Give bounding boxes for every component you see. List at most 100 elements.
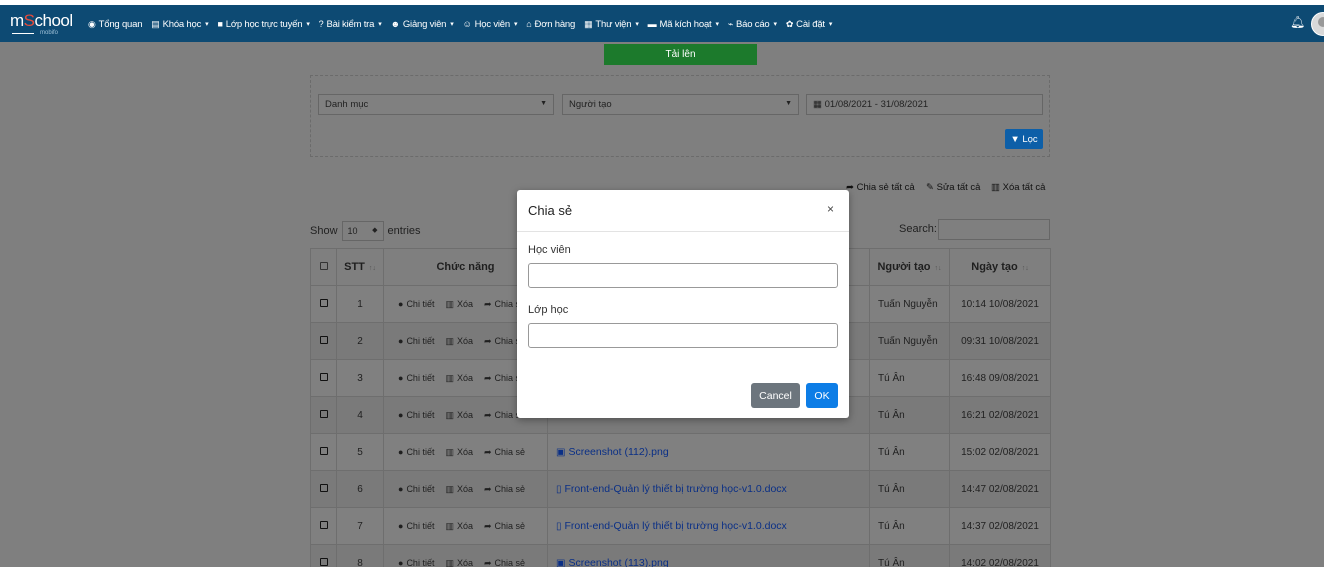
detail-button[interactable]: ● Chi tiết: [398, 373, 434, 383]
nav-item[interactable]: ☻ Giảng viên ▾: [391, 19, 454, 30]
detail-button[interactable]: ● Chi tiết: [398, 484, 434, 494]
search-input[interactable]: [938, 219, 1050, 240]
category-select[interactable]: Danh mục ▼: [318, 94, 554, 115]
logo-text-rest: chool: [34, 11, 74, 30]
edit-all-label: Sửa tất cả: [936, 182, 981, 193]
delete-button[interactable]: ▥ Xóa: [445, 410, 473, 421]
file-link[interactable]: ▯ Front-end-Quản lý thiết bị trường học-v…: [548, 520, 869, 532]
delete-button[interactable]: ▥ Xóa: [445, 299, 473, 310]
date-range-value: 01/08/2021 - 31/08/2021: [824, 99, 929, 110]
delete-label: Xóa: [456, 484, 473, 494]
logo[interactable]: mSchool mobifo: [10, 11, 78, 37]
row-stt: 3: [336, 359, 384, 397]
detail-button[interactable]: ● Chi tiết: [398, 521, 434, 531]
row-creator: Tú Ân: [869, 433, 950, 471]
row-checkbox[interactable]: [319, 372, 328, 381]
row-stt: 8: [336, 544, 384, 567]
column-creator[interactable]: Người tạo ↑↓: [869, 248, 950, 286]
filter-button[interactable]: ▼ Lọc: [1005, 129, 1043, 149]
row-creator: Tú Ân: [869, 396, 950, 434]
delete-button[interactable]: ▥ Xóa: [445, 373, 473, 384]
class-input[interactable]: [528, 323, 838, 348]
share-button[interactable]: ➦ Chia sẻ: [484, 484, 525, 495]
caret-down-icon: ▾: [513, 21, 518, 28]
file-link[interactable]: ▯ Front-end-Quản lý thiết bị trường học-v…: [548, 483, 869, 495]
row-select-cell: [310, 544, 337, 567]
logo-subtext: mobifo: [40, 30, 59, 36]
ok-button[interactable]: OK: [806, 383, 838, 408]
row-checkbox[interactable]: [319, 298, 328, 307]
date-range-input[interactable]: ▦ 01/08/2021 - 31/08/2021: [806, 94, 1043, 115]
info-icon: ●: [398, 410, 404, 420]
detail-button[interactable]: ● Chi tiết: [398, 410, 434, 420]
share-icon: ➦: [483, 409, 492, 420]
delete-button[interactable]: ▥ Xóa: [445, 558, 473, 567]
bell-icon[interactable]: 🔔︎: [1290, 15, 1305, 29]
close-icon[interactable]: ×: [827, 202, 834, 216]
delete-button[interactable]: ▥ Xóa: [445, 336, 473, 347]
delete-label: Xóa: [456, 447, 473, 457]
share-icon: ➦: [483, 557, 492, 567]
share-all-link[interactable]: ➦ Chia sẻ tất cả: [846, 182, 915, 193]
share-button[interactable]: ➦ Chia sẻ: [484, 521, 525, 532]
share-button[interactable]: ➦ Chia sẻ: [484, 447, 525, 458]
row-checkbox[interactable]: [319, 483, 328, 492]
info-icon: ●: [398, 558, 404, 567]
delete-button[interactable]: ▥ Xóa: [445, 521, 473, 532]
share-all-label: Chia sẻ tất cả: [856, 182, 915, 193]
detail-button[interactable]: ● Chi tiết: [398, 558, 434, 567]
nav-item[interactable]: ⌁ Báo cáo ▾: [728, 19, 777, 30]
filter-panel: Danh mục ▼ Người tạo ▼ ▦ 01/08/2021 - 31…: [310, 75, 1050, 157]
class-label: Lớp học: [528, 304, 569, 316]
upload-button[interactable]: Tải lên: [604, 44, 757, 65]
student-input[interactable]: [528, 263, 838, 288]
edit-all-link[interactable]: ✎ Sửa tất cả: [926, 182, 980, 193]
select-all-header[interactable]: [310, 248, 337, 286]
share-button[interactable]: ➦ Chia sẻ: [484, 558, 525, 567]
table-row: 5 ● Chi tiết ▥ Xóa ➦ Chia sẻ ▣ Screenshot (112).…: [310, 433, 1051, 471]
column-creator-label: Người tạo: [877, 261, 931, 273]
column-stt[interactable]: STT ↑↓: [336, 248, 384, 286]
page-length-select[interactable]: 10 ◆: [341, 221, 384, 241]
avatar[interactable]: [1311, 12, 1324, 36]
file-link[interactable]: ▣ Screenshot (113).png: [548, 557, 869, 567]
detail-label: Chi tiết: [406, 373, 435, 383]
row-checkbox[interactable]: [319, 335, 328, 344]
cancel-button[interactable]: Cancel: [751, 383, 800, 408]
delete-label: Xóa: [456, 336, 473, 346]
detail-button[interactable]: ● Chi tiết: [398, 299, 434, 309]
row-checkbox[interactable]: [319, 557, 328, 566]
file-icon: ▯: [556, 483, 562, 495]
column-created[interactable]: Ngày tạo ↑↓: [949, 248, 1051, 286]
creator-select[interactable]: Người tạo ▼: [562, 94, 799, 115]
nav-item[interactable]: ▤ Khóa học ▾: [151, 19, 208, 30]
nav-item[interactable]: ? Bài kiểm tra ▾: [319, 19, 382, 30]
delete-button[interactable]: ▥ Xóa: [445, 484, 473, 495]
logo-text-o: S: [23, 11, 35, 30]
trash-icon: ▥: [445, 483, 454, 494]
nav-item[interactable]: ■ Lớp học trực tuyến ▾: [217, 19, 309, 30]
delete-all-link[interactable]: ▥ Xóa tất cả: [991, 182, 1045, 193]
nav-item[interactable]: ☺ Học viên ▾: [463, 19, 518, 30]
file-icon: ▯: [556, 520, 562, 532]
nav-item[interactable]: ⌂ Đơn hàng: [526, 19, 575, 30]
nav-item[interactable]: ✿ Cài đặt ▾: [786, 19, 833, 30]
trash-icon: ▥: [445, 298, 454, 309]
row-checkbox[interactable]: [319, 446, 328, 455]
detail-button[interactable]: ● Chi tiết: [398, 336, 434, 346]
modal-title: Chia sẻ: [528, 203, 573, 218]
row-checkbox[interactable]: [319, 409, 328, 418]
row-select-cell: [310, 470, 337, 508]
row-checkbox[interactable]: [319, 520, 328, 529]
share-icon: ➦: [483, 520, 492, 531]
nav-item[interactable]: ◉ Tổng quan: [88, 19, 142, 30]
row-created: 14:02 02/08/2021: [949, 544, 1051, 567]
select-all-checkbox[interactable]: [319, 262, 328, 270]
nav-item[interactable]: ▦ Thư viện ▾: [584, 19, 639, 30]
nav-item[interactable]: ▬ Mã kích hoạt ▾: [648, 19, 719, 30]
delete-button[interactable]: ▥ Xóa: [445, 447, 473, 458]
chevron-down-icon: ▼: [540, 100, 547, 107]
file-link[interactable]: ▣ Screenshot (112).png: [548, 446, 869, 458]
row-file: ▣ Screenshot (112).png: [547, 433, 870, 471]
detail-button[interactable]: ● Chi tiết: [398, 447, 434, 457]
